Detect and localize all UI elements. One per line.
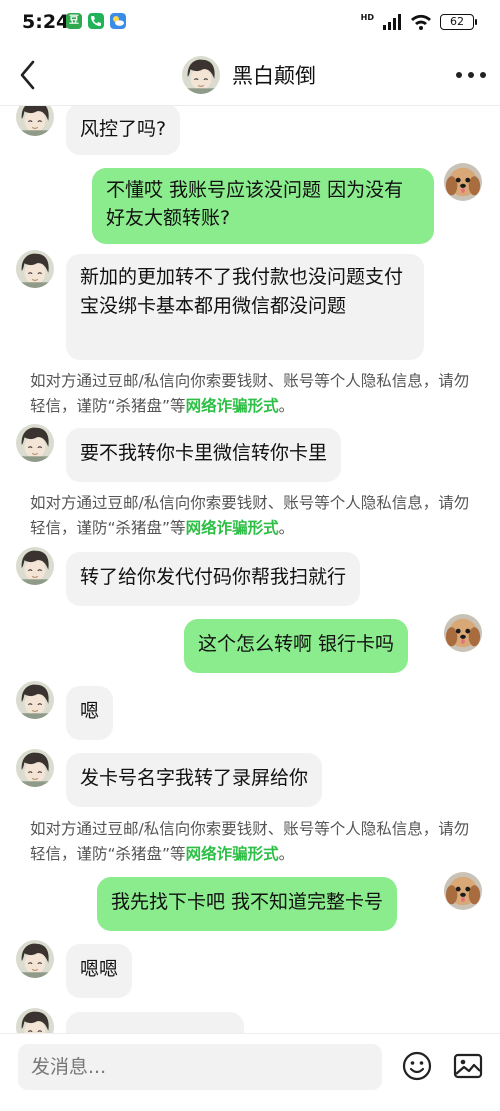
message-bubble-incoming[interactable]: 转了给你发代付码你帮我扫就行 — [66, 552, 361, 606]
more-dots-icon — [456, 72, 462, 78]
more-dot — [468, 72, 474, 78]
contact-avatar[interactable] — [16, 749, 54, 787]
notice-end: 。 — [278, 845, 295, 863]
input-bar — [0, 1033, 500, 1111]
signal-icon — [383, 14, 401, 30]
message-bubble-incoming[interactable]: 新加的更加转不了我付款也没问题支付宝没绑卡基本都用微信都没问题 — [66, 254, 424, 360]
message-bubble-incoming[interactable]: 要不我转你卡里微信转你卡里 — [66, 428, 342, 482]
back-button[interactable] — [14, 58, 44, 92]
more-button[interactable] — [456, 62, 486, 88]
my-avatar[interactable] — [444, 163, 482, 201]
contact-info[interactable]: 黑白颠倒 — [182, 54, 316, 96]
image-button[interactable] — [452, 1050, 484, 1082]
message-bubble-outgoing[interactable]: 我先找下卡吧 我不知道完整卡号 — [97, 877, 398, 931]
fraud-info-link[interactable]: 网络诈骗形式 — [186, 397, 279, 415]
chevron-left-icon — [20, 60, 35, 90]
contact-avatar[interactable] — [16, 547, 54, 585]
douban-app-icon: 豆 — [66, 13, 82, 29]
message-bubble-outgoing[interactable]: 这个怎么转啊 银行卡吗 — [184, 619, 409, 673]
fraud-warning-notice: 如对方通过豆邮/私信向你索要钱财、账号等个人隐私信息，请勿轻信，谨防“杀猪盘”等… — [30, 491, 475, 541]
contact-avatar[interactable] — [16, 424, 54, 462]
notice-end: 。 — [278, 397, 295, 415]
status-time: 5:24 — [22, 11, 70, 33]
more-dot — [480, 72, 486, 78]
contact-avatar[interactable] — [16, 250, 54, 288]
fraud-warning-notice: 如对方通过豆邮/私信向你索要钱财、账号等个人隐私信息，请勿轻信，谨防“杀猪盘”等… — [30, 817, 475, 867]
battery-icon: 62 — [440, 14, 477, 30]
status-right: HD 62 — [360, 12, 477, 32]
contact-avatar[interactable] — [16, 1008, 54, 1033]
message-bubble-incoming[interactable] — [66, 1012, 244, 1033]
fraud-warning-notice: 如对方通过豆邮/私信向你索要钱财、账号等个人隐私信息，请勿轻信，谨防“杀猪盘”等… — [30, 369, 475, 419]
my-avatar[interactable] — [444, 614, 482, 652]
message-bubble-incoming[interactable]: 嗯 — [66, 686, 114, 740]
status-bar: 5:24 豆 HD 62 — [0, 0, 500, 44]
message-bubble-incoming[interactable]: 风控了吗? — [66, 106, 181, 155]
chat-header: 黑白颠倒 — [0, 44, 500, 106]
emoji-button[interactable] — [401, 1050, 433, 1082]
contact-name: 黑白颠倒 — [232, 64, 316, 88]
notice-end: 。 — [278, 519, 295, 537]
fraud-info-link[interactable]: 网络诈骗形式 — [186, 519, 279, 537]
contact-avatar[interactable] — [16, 681, 54, 719]
phone-app-icon — [88, 13, 104, 29]
message-bubble-incoming[interactable]: 嗯嗯 — [66, 944, 133, 998]
message-bubble-outgoing[interactable]: 不懂哎 我账号应该没问题 因为没有好友大额转账? — [92, 168, 434, 244]
contact-avatar[interactable] — [182, 56, 220, 94]
chat-area[interactable]: 风控了吗? 不懂哎 我账号应该没问题 因为没有好友大额转账? 新加的更加转不了我… — [0, 106, 500, 1033]
message-bubble-incoming[interactable]: 发卡号名字我转了录屏给你 — [66, 753, 323, 807]
weather-app-icon — [110, 13, 126, 29]
image-icon — [453, 1053, 483, 1079]
network-type-label: HD — [360, 13, 374, 22]
message-input[interactable] — [18, 1044, 382, 1090]
fraud-info-link[interactable]: 网络诈骗形式 — [186, 845, 279, 863]
contact-avatar[interactable] — [16, 940, 54, 978]
emoji-icon — [402, 1051, 432, 1081]
wifi-icon — [411, 14, 431, 30]
my-avatar[interactable] — [444, 872, 482, 910]
contact-avatar[interactable] — [16, 106, 54, 136]
